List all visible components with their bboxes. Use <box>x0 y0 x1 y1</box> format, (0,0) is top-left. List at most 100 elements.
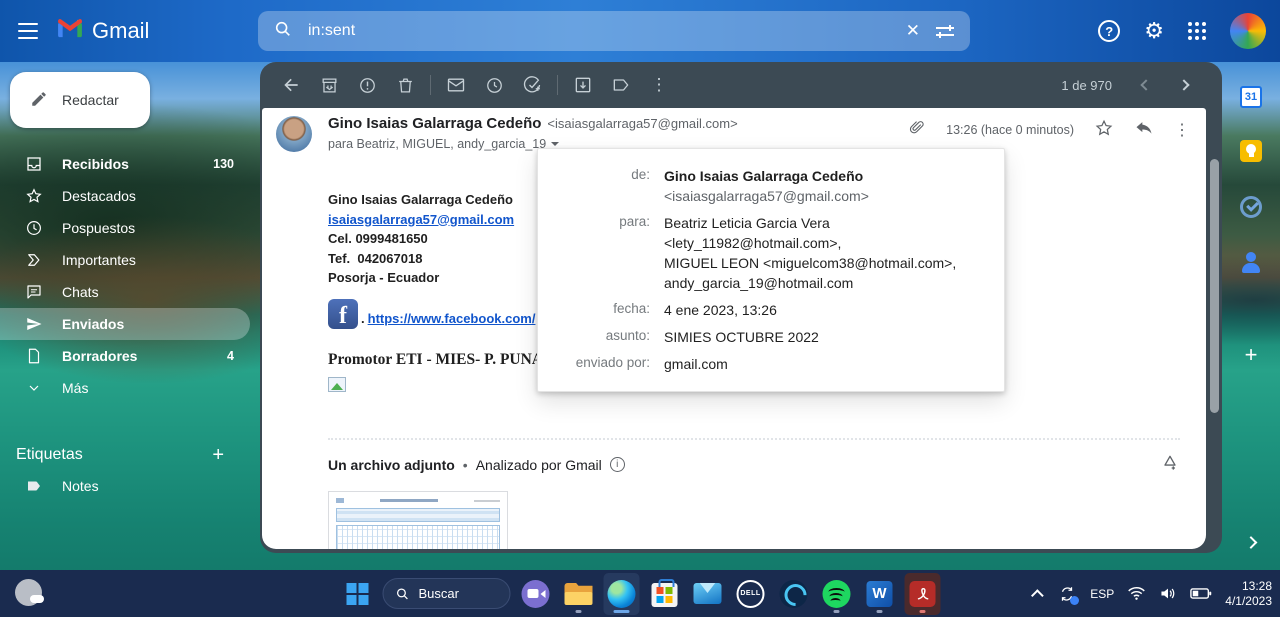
star-toggle-icon[interactable] <box>1094 118 1114 141</box>
draft-file-icon <box>24 347 44 365</box>
sidebar-item-label: Destacados <box>62 188 136 204</box>
send-icon <box>24 315 44 333</box>
enviado-value: gmail.com <box>664 354 1004 374</box>
windows-taskbar: Buscar DELL W ESP 13:28 4/1/2023 <box>0 570 1280 617</box>
get-addons-icon[interactable]: + <box>1245 342 1258 368</box>
wifi-icon[interactable] <box>1127 586 1146 601</box>
volume-icon[interactable] <box>1159 586 1177 601</box>
more-message-options-icon[interactable]: ⋮ <box>1174 120 1190 140</box>
tray-chevron-up-icon[interactable] <box>1035 589 1044 598</box>
sidebar-item-mas[interactable]: Más <box>0 372 250 404</box>
inbox-icon <box>24 155 44 173</box>
attachments-divider <box>328 438 1180 440</box>
older-email-icon[interactable] <box>1178 79 1189 90</box>
sidebar-item-borradores[interactable]: Borradores 4 <box>0 340 250 372</box>
newer-email-icon[interactable] <box>1140 79 1151 90</box>
scrollbar-thumb[interactable] <box>1210 159 1219 413</box>
google-apps-icon[interactable] <box>1188 22 1206 40</box>
snooze-icon[interactable] <box>475 66 513 104</box>
sidebar-item-enviados[interactable]: Enviados <box>0 308 250 340</box>
sidebar-item-recibidos[interactable]: Recibidos 130 <box>0 148 250 180</box>
sidebar-item-label: Recibidos <box>62 156 129 172</box>
sidebar-item-destacados[interactable]: Destacados <box>0 180 250 212</box>
attachments-section: Un archivo adjunto • Analizado por Gmail… <box>328 438 1180 549</box>
mail-toolbar: ⋮ 1 de 970 <box>260 62 1222 108</box>
language-indicator[interactable]: ESP <box>1090 587 1114 601</box>
reply-icon[interactable] <box>1134 118 1154 141</box>
settings-gear-icon[interactable]: ⚙ <box>1144 20 1164 42</box>
recipients-summary[interactable]: para Beatriz, MIGUEL, andy_garcia_19 <box>328 137 559 151</box>
labels-header: Etiquetas + <box>0 440 250 470</box>
system-tray: ESP 13:28 4/1/2023 <box>1035 570 1272 617</box>
labels-icon[interactable] <box>602 66 640 104</box>
compose-button[interactable]: Redactar <box>10 72 150 128</box>
search-bar[interactable]: in:sent ✕ <box>258 11 970 51</box>
search-icon[interactable] <box>274 20 292 43</box>
more-options-icon[interactable]: ⋮ <box>640 66 678 104</box>
file-explorer-icon[interactable] <box>561 573 597 615</box>
word-icon[interactable]: W <box>862 573 898 615</box>
delete-icon[interactable] <box>386 66 424 104</box>
start-button[interactable] <box>340 573 376 615</box>
archive-icon[interactable] <box>310 66 348 104</box>
hide-side-panel-icon[interactable] <box>1247 534 1256 552</box>
scanned-by-gmail-label: Analizado por Gmail <box>476 457 602 473</box>
taskbar-date: 4/1/2023 <box>1225 594 1272 609</box>
move-to-icon[interactable] <box>564 66 602 104</box>
taskbar-search-label: Buscar <box>419 586 459 601</box>
sidebar-item-chats[interactable]: Chats <box>0 276 250 308</box>
alexa-app-icon[interactable] <box>776 573 812 615</box>
taskbar-clock[interactable]: 13:28 4/1/2023 <box>1225 579 1272 609</box>
dell-app-icon[interactable]: DELL <box>733 573 769 615</box>
update-sync-icon[interactable] <box>1057 584 1077 604</box>
account-avatar[interactable] <box>1230 13 1266 49</box>
sidebar-item-label: Chats <box>62 284 99 300</box>
sender-email: <isaiasgalarraga57@gmail.com> <box>547 116 737 131</box>
help-icon[interactable]: ? <box>1098 20 1120 42</box>
add-to-tasks-icon[interactable] <box>513 66 551 104</box>
search-options-icon[interactable] <box>936 27 954 36</box>
attachments-header: Un archivo adjunto • Analizado por Gmail… <box>328 453 1180 476</box>
sidebar-item-notes[interactable]: Notes <box>0 470 250 502</box>
contacts-icon[interactable] <box>1240 252 1262 274</box>
info-icon[interactable]: i <box>610 457 625 472</box>
add-to-drive-icon[interactable] <box>1160 453 1180 476</box>
sidebar-item-importantes[interactable]: Importantes <box>0 244 250 276</box>
calendar-icon[interactable]: 31 <box>1240 86 1262 108</box>
labels-header-label: Etiquetas <box>16 446 83 464</box>
weather-widget-icon[interactable] <box>15 579 42 606</box>
star-icon <box>24 187 44 205</box>
mail-app-icon[interactable] <box>690 573 726 615</box>
fecha-value: 4 ene 2023, 13:26 <box>664 300 1004 320</box>
main-menu-icon[interactable] <box>0 23 56 39</box>
sidebar-item-pospuestos[interactable]: Pospuestos <box>0 212 250 244</box>
teams-chat-icon[interactable] <box>518 573 554 615</box>
signature-tef: Tef. 042067018 <box>328 249 543 269</box>
mark-unread-icon[interactable] <box>437 66 475 104</box>
taskbar-search[interactable]: Buscar <box>383 578 511 609</box>
sidebar-item-label: Importantes <box>62 252 136 268</box>
label-tag-icon <box>24 477 44 495</box>
battery-icon[interactable] <box>1190 587 1212 600</box>
spotify-icon[interactable] <box>819 573 855 615</box>
acrobat-icon[interactable] <box>905 573 941 615</box>
facebook-separator: . <box>361 309 365 329</box>
keep-icon[interactable] <box>1240 140 1262 162</box>
email-content-card: Gino Isaias Galarraga Cedeño <isaiasgala… <box>262 108 1206 549</box>
signature-location: Posorja - Ecuador <box>328 268 543 288</box>
edge-browser-icon[interactable] <box>604 573 640 615</box>
facebook-link[interactable]: https://www.facebook.com/ <box>368 309 536 329</box>
report-spam-icon[interactable] <box>348 66 386 104</box>
sender-avatar[interactable] <box>276 116 312 152</box>
microsoft-store-icon[interactable] <box>647 573 683 615</box>
tasks-icon[interactable] <box>1240 196 1262 218</box>
sidebar-nav: Recibidos 130 Destacados Pospuestos Impo… <box>0 148 250 502</box>
create-label-icon[interactable]: + <box>212 444 250 467</box>
attachment-thumbnail[interactable] <box>328 491 508 549</box>
attachment-doc-infoband <box>336 508 500 522</box>
signature-email-link[interactable]: isaiasgalarraga57@gmail.com <box>328 212 514 227</box>
search-input[interactable]: in:sent <box>308 22 355 40</box>
facebook-icon[interactable]: f <box>328 299 358 329</box>
clear-search-icon[interactable]: ✕ <box>906 21 920 41</box>
back-icon[interactable] <box>272 66 310 104</box>
